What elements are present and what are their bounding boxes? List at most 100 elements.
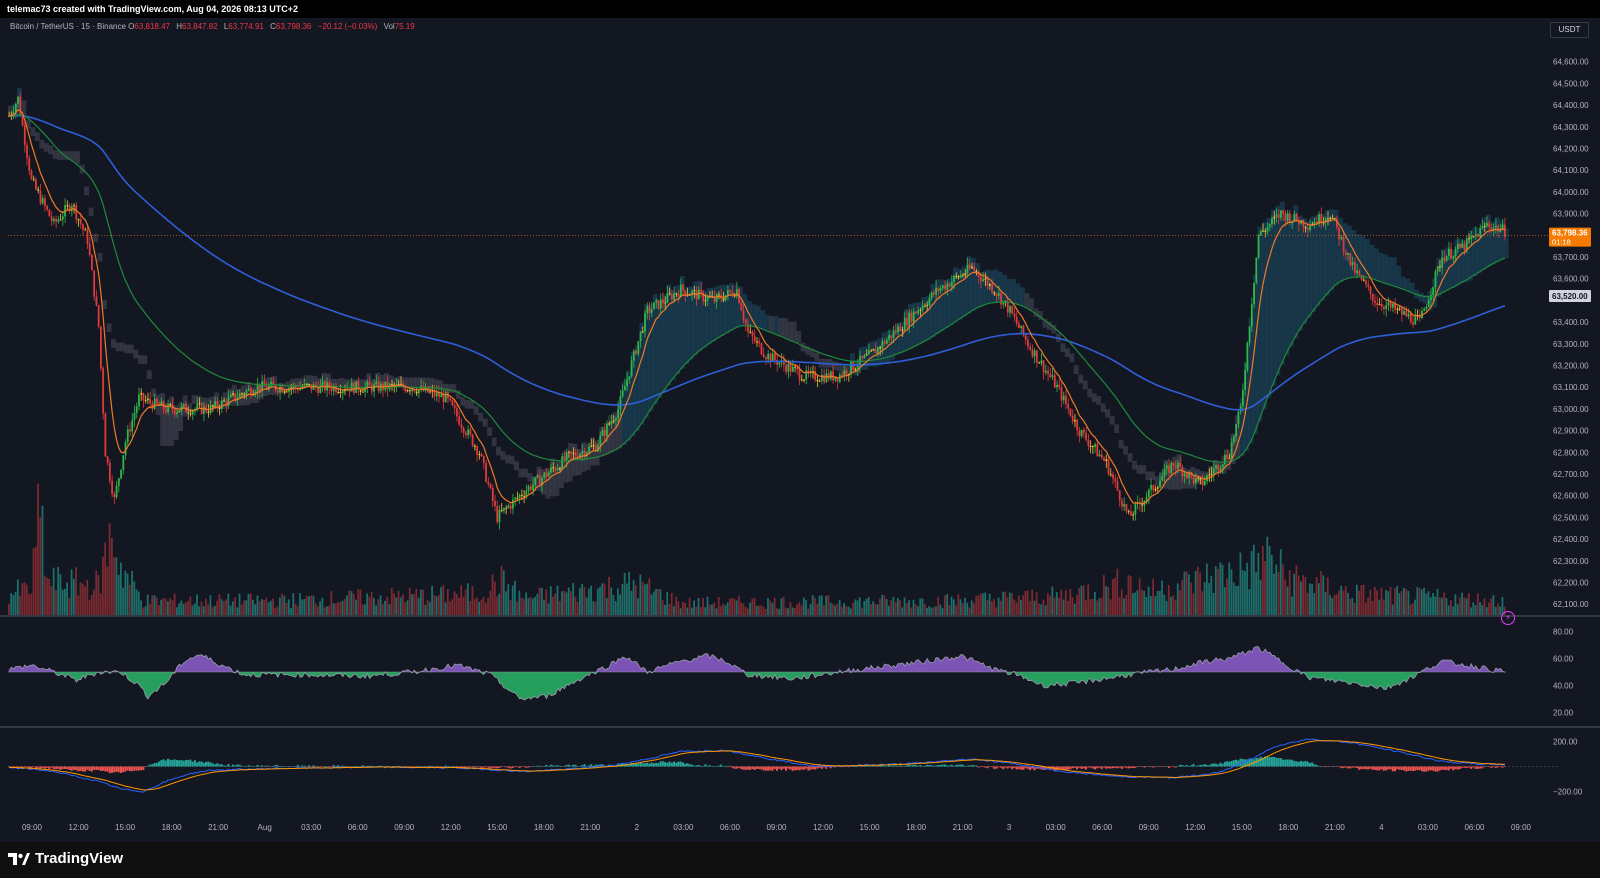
volume-bar [1013, 599, 1016, 615]
candle-body [769, 353, 772, 362]
macd-histogram-bar [196, 762, 199, 767]
macd-histogram-bar [964, 766, 967, 767]
candle-body [1439, 266, 1441, 268]
macd-histogram-bar [321, 766, 324, 767]
candle-body [140, 393, 143, 395]
macd-histogram-bar [1096, 766, 1099, 769]
macd-histogram-bar [467, 766, 470, 768]
volume-bar [827, 595, 830, 615]
volume-bar [1358, 590, 1361, 615]
macd-histogram-bar [641, 763, 644, 767]
macd-histogram-bar [814, 766, 817, 770]
volume-bar [16, 579, 19, 615]
macd-histogram-bar [59, 766, 62, 770]
volume-bar [1098, 598, 1101, 615]
volume-bar [610, 587, 613, 615]
cloud-segment [133, 349, 139, 359]
volume-bar [968, 607, 971, 615]
volume-bar [1017, 595, 1020, 615]
candle-body [1497, 225, 1500, 232]
volume-bar [661, 600, 664, 615]
volume-bar [590, 585, 592, 615]
cloud-segment [688, 286, 694, 360]
cloud-segment [814, 352, 819, 362]
volume-bar [923, 603, 926, 615]
volume-bar [149, 603, 151, 615]
macd-pane[interactable] [8, 738, 1560, 793]
candle-body [879, 347, 882, 349]
volume-bar [491, 574, 494, 615]
macd-histogram-bar [227, 763, 230, 767]
candle-body [1412, 322, 1414, 325]
lightning-icon[interactable]: ⚡ [1501, 611, 1515, 625]
macd-histogram-bar [160, 760, 163, 767]
axis-layer[interactable]: 64,600.0064,500.0064,400.0064,300.0064,2… [8, 58, 1591, 832]
macd-histogram-bar [70, 766, 73, 771]
volume-bar [442, 584, 445, 615]
candle-body [17, 96, 19, 104]
macd-histogram-bar [256, 764, 259, 767]
candle-body [554, 468, 557, 471]
candle-body [912, 311, 915, 322]
cloud-layer [8, 88, 1509, 499]
rsi-tick-label: 40.00 [1553, 682, 1574, 691]
candle-body [1400, 308, 1403, 315]
volume-bar [1456, 604, 1459, 615]
macd-histogram-bar [637, 763, 640, 767]
price-tick-label: 62,500.00 [1553, 513, 1589, 522]
volume-bar [930, 607, 933, 615]
cloud-segment [773, 316, 779, 334]
macd-histogram-bar [961, 764, 964, 767]
cloud-segment [1382, 254, 1388, 283]
volume-bar [61, 589, 64, 615]
macd-histogram-bar [646, 762, 649, 767]
macd-histogram-bar [1174, 766, 1177, 768]
volume-bar [829, 602, 832, 615]
macd-histogram-bar [81, 766, 84, 772]
volume-bar [966, 602, 969, 615]
rsi-pane[interactable] [8, 646, 1506, 701]
macd-histogram-bar [923, 765, 926, 767]
volume-bar [1188, 574, 1190, 615]
macd-histogram-bar [896, 766, 899, 768]
candle-body [529, 486, 532, 491]
macd-histogram-bar [1250, 758, 1253, 767]
candle-body [464, 432, 467, 436]
volume-bar [1467, 593, 1470, 615]
volume-bar [1029, 600, 1031, 615]
volume-bar [993, 599, 996, 615]
tradingview-logo[interactable]: TradingView [8, 850, 123, 867]
volume-bar [151, 595, 154, 615]
volume-bar [175, 607, 178, 615]
candle-body [422, 386, 425, 391]
cloud-segment [1109, 415, 1115, 425]
macd-histogram-bar [547, 766, 550, 767]
price-tick-label: 62,400.00 [1553, 535, 1589, 544]
candle-body [1067, 404, 1070, 409]
cloud-segment [1002, 274, 1008, 303]
macd-histogram-bar [187, 760, 190, 767]
volume-bar [473, 599, 476, 615]
volume-bar [601, 583, 604, 615]
macd-histogram-bar [350, 766, 353, 767]
cloud-segment [70, 151, 76, 161]
macd-histogram-bar [484, 766, 487, 768]
volume-bar [1167, 585, 1170, 615]
volume-bar [543, 599, 545, 615]
price-pane[interactable] [0, 615, 1600, 728]
candle-body [234, 393, 237, 400]
candle-body [1000, 293, 1002, 305]
candle-body [675, 293, 678, 295]
macd-histogram-bar [1167, 766, 1170, 769]
macd-histogram-bar [1143, 766, 1146, 768]
macd-histogram-bar [301, 765, 304, 767]
volume-bar [484, 602, 487, 615]
volume-bar [556, 585, 559, 615]
candle-body [1425, 306, 1428, 309]
price-tick-label: 63,900.00 [1553, 210, 1589, 219]
volume-bar [1152, 578, 1155, 615]
volume-bar [1270, 554, 1273, 615]
volume-bar [299, 593, 301, 615]
volume-bar [1008, 592, 1011, 615]
chart-canvas[interactable]: 64,600.0064,500.0064,400.0064,300.0064,2… [0, 18, 1600, 842]
